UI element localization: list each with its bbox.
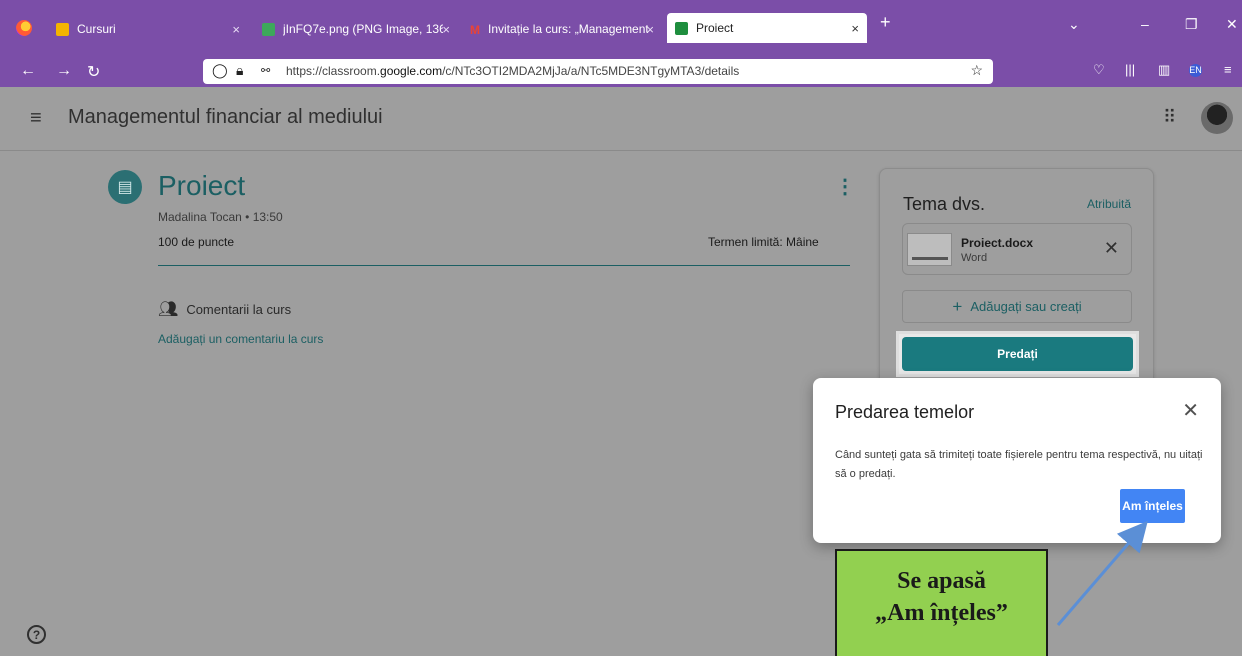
- google-apps-icon[interactable]: ⠿: [1163, 107, 1176, 128]
- annotation-line-2: „Am înțeles”: [875, 600, 1008, 626]
- tab-image[interactable]: jInFQ7e.png (PNG Image, 1366 ×: [254, 15, 458, 43]
- close-tab-icon[interactable]: ×: [646, 22, 654, 37]
- lock-icon[interactable]: 🔒︎: [236, 62, 243, 79]
- back-icon[interactable]: ←: [20, 62, 36, 80]
- tab-label: Invitație la curs: „Managementu: [488, 22, 648, 36]
- assignment-icon: ▤: [108, 170, 142, 204]
- image-icon: [262, 22, 275, 36]
- assignment-title: Proiect: [158, 170, 246, 201]
- firefox-logo-icon[interactable]: [16, 20, 32, 36]
- gmail-icon: M: [470, 22, 480, 37]
- tab-label: Cursuri: [77, 22, 116, 36]
- browser-tab-bar: Cursuri × jInFQ7e.png (PNG Image, 1366 ×…: [0, 0, 1242, 55]
- class-comments-heading: 👥︎ Comentarii la curs: [158, 299, 291, 319]
- turn-in-dialog: Predarea temelor ✕ Când sunteți gata să …: [813, 378, 1221, 543]
- close-tab-icon[interactable]: ×: [232, 22, 240, 37]
- help-icon[interactable]: ?: [27, 625, 46, 644]
- bookmark-star-icon[interactable]: ☆: [970, 62, 983, 79]
- tab-list-icon[interactable]: ⌄: [1068, 16, 1080, 33]
- plus-icon: +: [952, 296, 963, 316]
- classroom-icon: [675, 21, 688, 35]
- tab-gmail[interactable]: M Invitație la curs: „Managementu ×: [462, 15, 662, 43]
- got-it-button[interactable]: Am înțeles: [1120, 489, 1185, 523]
- tab-proiect[interactable]: Proiect ×: [667, 13, 867, 43]
- submit-highlight: Predați: [896, 331, 1139, 377]
- pocket-icon[interactable]: ♡: [1093, 62, 1105, 78]
- annotation-callout: Se apasă „Am înțeles”: [835, 549, 1048, 656]
- minimize-icon[interactable]: –: [1141, 16, 1149, 32]
- url-bar[interactable]: ◯ 🔒︎ ⚯ https://classroom.google.com/c/NT…: [203, 59, 993, 84]
- divider: [158, 265, 850, 266]
- attached-file[interactable]: Proiect.docx Word ✕: [902, 223, 1132, 275]
- people-icon: 👥︎: [158, 301, 179, 318]
- more-options-icon[interactable]: ⋮: [835, 174, 855, 199]
- turn-in-button[interactable]: Predați: [902, 337, 1133, 371]
- menu-icon[interactable]: ≡: [1224, 62, 1232, 77]
- reload-icon[interactable]: ↻: [87, 62, 100, 82]
- tab-cursuri[interactable]: Cursuri ×: [48, 15, 248, 43]
- add-class-comment-link[interactable]: Adăugați un comentariu la curs: [158, 332, 323, 346]
- navigation-bar: ← → ↻ ◯ 🔒︎ ⚯ https://classroom.google.co…: [0, 55, 1242, 87]
- file-type: Word: [961, 252, 988, 264]
- assignment-page: ▤ Proiect ⋮ Madalina Tocan • 13:50 100 d…: [0, 152, 1242, 656]
- library-icon[interactable]: |||: [1125, 62, 1135, 77]
- dialog-title: Predarea temelor: [835, 402, 975, 422]
- avatar[interactable]: [1201, 102, 1233, 134]
- assignment-deadline: Termen limită: Mâine: [708, 235, 819, 249]
- course-title[interactable]: Managementul financiar al mediului: [68, 106, 383, 129]
- status-badge: Atribuită: [1086, 197, 1131, 211]
- class-comments-label: Comentarii la curs: [186, 301, 292, 317]
- new-tab-button[interactable]: +: [880, 12, 891, 33]
- shield-icon[interactable]: ◯: [212, 62, 228, 79]
- sidebar-icon[interactable]: ▥: [1158, 62, 1170, 78]
- close-tab-icon[interactable]: ×: [442, 22, 450, 37]
- app-header: ≡ Managementul financiar al mediului ⠿: [0, 87, 1242, 151]
- tab-label: jInFQ7e.png (PNG Image, 1366: [283, 22, 443, 36]
- url-text: https://classroom.google.com/c/NTc3OTI2M…: [286, 64, 740, 78]
- permissions-icon[interactable]: ⚯: [261, 64, 270, 77]
- classroom-icon: [56, 22, 69, 36]
- assignment-author: Madalina Tocan • 13:50: [158, 210, 283, 224]
- extension-icon[interactable]: EN: [1189, 64, 1202, 77]
- file-name: Proiect.docx: [961, 236, 1034, 250]
- your-work-title: Tema dvs.: [903, 194, 986, 214]
- annotation-line-1: Se apasă: [897, 568, 986, 594]
- close-tab-icon[interactable]: ×: [851, 21, 859, 36]
- remove-file-icon[interactable]: ✕: [1104, 238, 1119, 259]
- tab-label: Proiect: [696, 21, 734, 35]
- assignment-points: 100 de puncte: [158, 235, 235, 249]
- add-or-create-label: Adăugați sau creați: [970, 299, 1082, 314]
- close-icon[interactable]: ✕: [1182, 398, 1199, 423]
- forward-icon[interactable]: →: [56, 62, 72, 80]
- restore-icon[interactable]: ❐: [1185, 16, 1198, 33]
- main-menu-icon[interactable]: ≡: [30, 107, 42, 130]
- dialog-body: Când sunteți gata să trimiteți toate fiș…: [835, 449, 1203, 480]
- close-window-icon[interactable]: ✕: [1226, 16, 1238, 33]
- add-or-create-button[interactable]: + Adăugați sau creați: [902, 290, 1132, 323]
- file-thumbnail: [907, 233, 952, 266]
